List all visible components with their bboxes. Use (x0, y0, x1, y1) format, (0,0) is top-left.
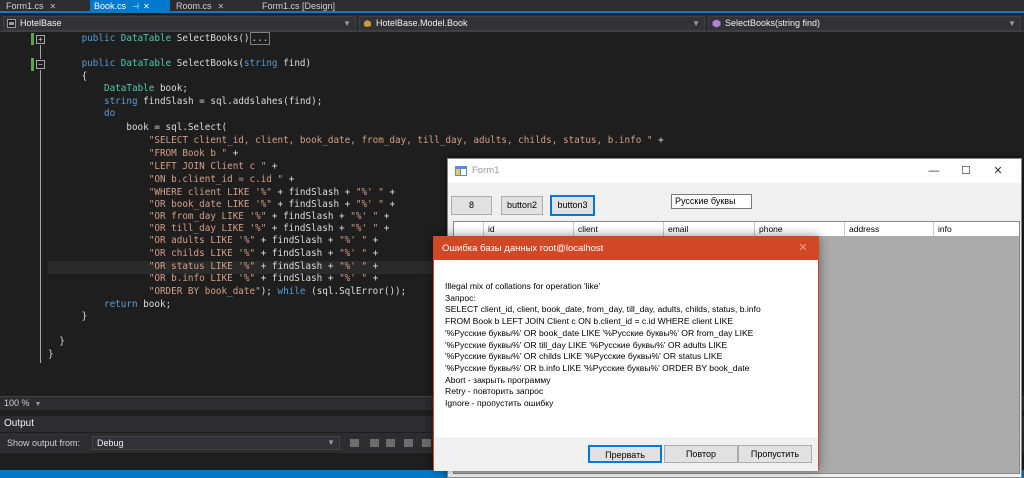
message-line: FROM Book b LEFT JOIN Client c ON b.clie… (445, 316, 734, 327)
maximize-icon[interactable]: ☐ (951, 159, 981, 183)
dialog-title: Ошибка базы данных root@localhost (442, 243, 604, 254)
output-title: Output (4, 418, 35, 429)
chevron-down-icon: ▼ (692, 19, 700, 28)
button-label: button2 (506, 200, 538, 210)
class-icon (364, 20, 371, 27)
tab-book-cs[interactable]: Book.cs ⊣ ✕ (90, 0, 170, 13)
column-header[interactable]: phone (755, 222, 845, 236)
message-line: Retry - повторить запрос (445, 386, 544, 397)
message-line: Запрос: (445, 292, 476, 303)
zoom-level[interactable]: 100 % (4, 398, 30, 408)
column-header[interactable]: email (664, 222, 755, 236)
button-label: button3 (557, 200, 588, 210)
project-dropdown[interactable]: HotelBase ▼ (3, 16, 356, 31)
minimize-icon[interactable]: — (919, 159, 949, 183)
column-header[interactable]: id (484, 222, 574, 236)
button-label: Повтор (685, 449, 717, 459)
method-icon (712, 19, 721, 28)
close-icon[interactable]: ✕ (218, 2, 225, 11)
dialog-title-bar[interactable]: Ошибка базы данных root@localhost ✕ (434, 237, 818, 260)
class-name: HotelBase.Model.Book (376, 18, 468, 28)
chevron-down-icon: ▼ (1008, 19, 1016, 28)
search-input[interactable]: Русские буквы (671, 194, 752, 209)
tab-room-cs[interactable]: Room.cs ✕ (172, 0, 256, 13)
message-line: '%Русские буквы%' OR b.info LIKE '%Русск… (445, 362, 750, 373)
output-source-value: Debug (97, 438, 124, 448)
document-tab-bar: Form1.cs ✕ Book.cs ⊣ ✕ Room.cs ✕ Form1.cs [D… (0, 0, 1024, 13)
chevron-down-icon: ▼ (327, 438, 335, 447)
tab-form1-cs[interactable]: Form1.cs ✕ (2, 0, 88, 13)
dialog-message: Illegal mix of collations for operation … (445, 281, 810, 410)
message-line: Abort - закрыть программу (445, 374, 551, 385)
expand-icon[interactable]: + (36, 35, 45, 44)
outline-guide (40, 349, 41, 363)
chevron-down-icon[interactable]: ▼ (35, 401, 42, 408)
database-error-dialog: Ошибка базы данных root@localhost ✕ Ille… (433, 236, 819, 471)
form1-title-bar[interactable]: Form1 — ☐ ✕ (448, 159, 1021, 183)
message-line: Ignore - пропустить ошибку (445, 398, 554, 409)
tab-label: Book.cs (94, 1, 127, 11)
column-header[interactable]: info (934, 222, 1019, 236)
row-header-corner (454, 222, 484, 236)
column-header-label: email (668, 224, 689, 234)
column-header-label: phone (759, 224, 783, 234)
changed-line-marker (31, 58, 34, 71)
ide-window: Form1.cs ✕ Book.cs ⊣ ✕ Room.cs ✕ Form1.cs [D… (0, 0, 1024, 478)
button-label: Пропустить (750, 449, 800, 459)
tab-label: Form1.cs [Design] (262, 1, 336, 11)
column-header-label: client (578, 224, 598, 234)
pin-icon[interactable]: ⊣ (132, 2, 139, 11)
project-name: HotelBase (20, 18, 62, 28)
output-source-select[interactable]: Debug ▼ (92, 436, 340, 450)
show-output-label: Show output from: (7, 438, 81, 448)
column-header-label: id (488, 224, 495, 234)
close-icon[interactable]: ✕ (143, 2, 150, 11)
column-header[interactable]: client (574, 222, 664, 236)
close-icon[interactable]: ✕ (796, 237, 810, 260)
class-dropdown[interactable]: HotelBase.Model.Book ▼ (359, 16, 705, 31)
form1-title: Form1 (472, 165, 500, 176)
tab-label: Room.cs (176, 1, 212, 11)
next-message-icon[interactable] (386, 439, 395, 447)
grid-header: id client email phone address info (454, 222, 1019, 236)
outline-guide (40, 70, 41, 349)
dialog-button-row: Прервать Повтор Пропустить (434, 437, 818, 471)
outline-guide (40, 45, 41, 59)
button3[interactable]: button3 (550, 195, 595, 216)
ignore-button[interactable]: Пропустить (738, 445, 812, 463)
column-header-label: address (849, 224, 880, 234)
navigation-bar: HotelBase ▼ HotelBase.Model.Book ▼ Selec… (0, 15, 1024, 32)
button2[interactable]: button2 (501, 196, 543, 215)
word-wrap-icon[interactable] (422, 439, 431, 447)
find-message-icon[interactable] (350, 439, 359, 447)
retry-button[interactable]: Повтор (664, 445, 738, 463)
search-input-value: Русские буквы (675, 196, 736, 206)
collapse-icon[interactable]: − (36, 60, 45, 69)
close-icon[interactable]: ✕ (983, 159, 1013, 183)
abort-button[interactable]: Прервать (588, 445, 662, 463)
code-text: public DataTable SelectBooks()... public… (48, 32, 664, 360)
chevron-down-icon: ▼ (343, 19, 351, 28)
editor-gutter (0, 32, 34, 396)
clear-all-icon[interactable] (404, 439, 413, 447)
member-dropdown[interactable]: SelectBooks(string find) ▼ (708, 16, 1021, 31)
message-line: SELECT client_id, client, book_date, fro… (445, 304, 761, 315)
column-header[interactable]: address (845, 222, 934, 236)
message-line: Illegal mix of collations for operation … (445, 281, 601, 291)
message-line: '%Русские буквы%' OR till_day LIKE '%Рус… (445, 339, 728, 350)
column-header-label: info (938, 224, 952, 234)
previous-message-icon[interactable] (370, 439, 379, 447)
message-line: '%Русские буквы%' OR book_date LIKE '%Ру… (445, 327, 754, 338)
message-line: '%Русские буквы%' OR childs LIKE '%Русск… (445, 351, 723, 362)
member-name: SelectBooks(string find) (725, 18, 821, 28)
tab-form1-design[interactable]: Form1.cs [Design] (258, 0, 368, 13)
button-8[interactable]: 8 (451, 196, 492, 215)
changed-line-marker (31, 33, 34, 45)
button-label: Прервать (605, 450, 645, 460)
button-label: 8 (468, 200, 474, 210)
close-icon[interactable]: ✕ (50, 2, 57, 11)
csharp-project-icon (7, 19, 16, 28)
tab-label: Form1.cs (6, 1, 44, 11)
form-icon (455, 166, 467, 176)
